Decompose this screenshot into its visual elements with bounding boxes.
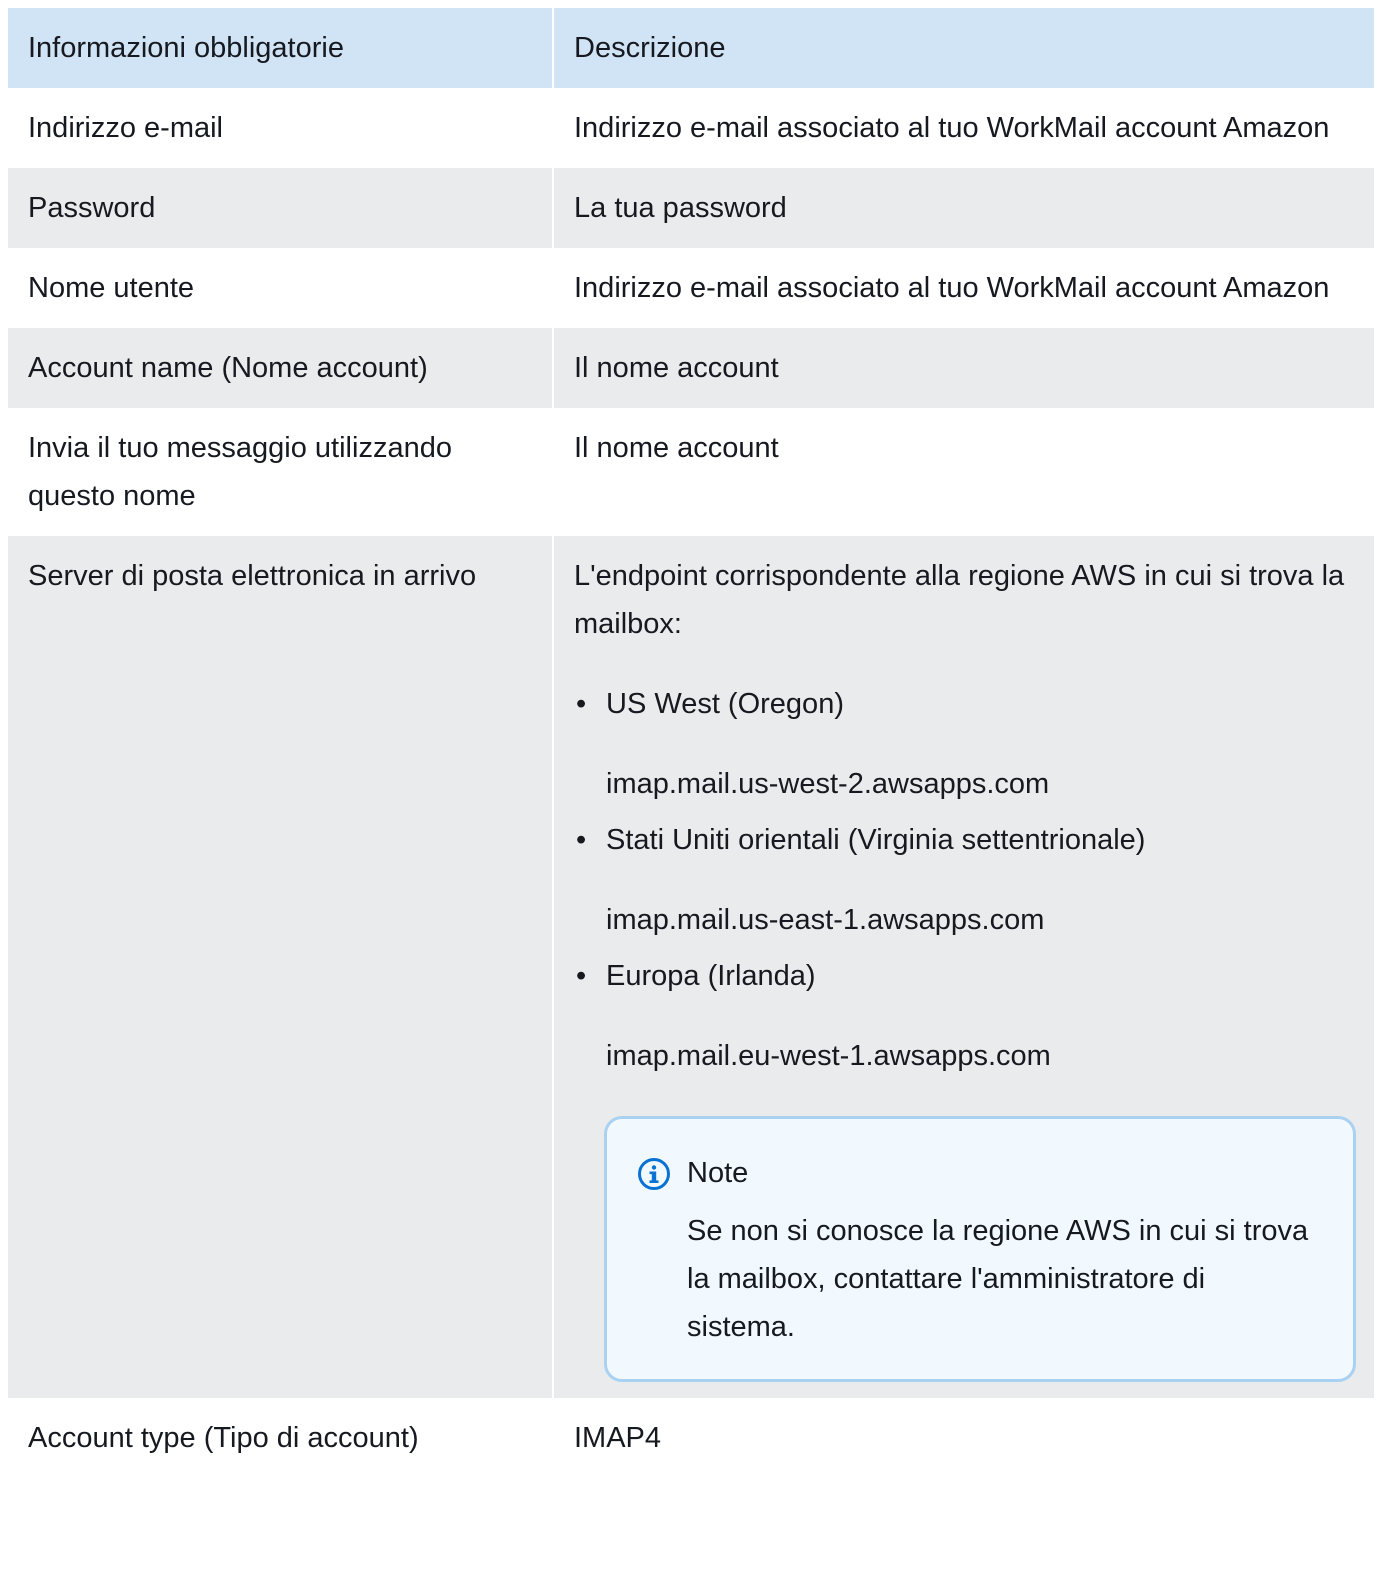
field-description: IMAP4 [574,1422,662,1454]
table-header-row: Informazioni obbligatorie Descrizione [8,8,1374,88]
field-name: Indirizzo e-mail [8,88,554,168]
region-endpoint: imap.mail.us-east-1.awsapps.com [606,904,1045,936]
settings-table: Informazioni obbligatorie Descrizione In… [8,8,1374,1478]
note-title: Note [687,1157,749,1189]
region-list: US West (Oregon) imap.mail.us-west-2.aws… [574,680,1354,1080]
field-name: Account type (Tipo di account) [8,1398,554,1478]
note-callout: Note Se non si conosce la regione AWS in… [604,1116,1356,1382]
region-name: Stati Uniti orientali (Virginia settentr… [606,824,1146,856]
field-description: La tua password [574,192,787,224]
table-row: Account name (Nome account) Il nome acco… [8,328,1374,408]
field-name: Nome utente [8,248,554,328]
region-endpoint: imap.mail.eu-west-1.awsapps.com [606,1040,1051,1072]
header-cell-required-info: Informazioni obbligatorie [8,8,554,88]
header-cell-description: Descrizione [574,32,726,64]
table-row: Account type (Tipo di account) IMAP4 [8,1398,1374,1478]
field-name: Invia il tuo messaggio utilizzando quest… [8,408,554,536]
list-item: Europa (Irlanda) imap.mail.eu-west-1.aws… [574,952,1354,1080]
field-description: Il nome account [574,432,779,464]
field-name: Account name (Nome account) [8,328,554,408]
table-row: Invia il tuo messaggio utilizzando quest… [8,408,1374,536]
region-name: US West (Oregon) [606,688,844,720]
field-description: Indirizzo e-mail associato al tuo WorkMa… [574,272,1330,304]
table-row: Indirizzo e-mail Indirizzo e-mail associ… [8,88,1374,168]
field-name: Server di posta elettronica in arrivo [8,536,554,1398]
table-row: Nome utente Indirizzo e-mail associato a… [8,248,1374,328]
field-description-block: L'endpoint corrispondente alla regione A… [554,536,1374,1398]
table-row-incoming-server: Server di posta elettronica in arrivo L'… [8,536,1374,1398]
list-item: Stati Uniti orientali (Virginia settentr… [574,816,1354,944]
info-icon [638,1158,670,1190]
region-name: Europa (Irlanda) [606,960,816,992]
list-item: US West (Oregon) imap.mail.us-west-2.aws… [574,680,1354,808]
table-row: Password La tua password [8,168,1374,248]
region-endpoint: imap.mail.us-west-2.awsapps.com [606,768,1050,800]
note-text: Se non si conosce la regione AWS in cui … [687,1215,1309,1343]
field-description: L'endpoint corrispondente alla regione A… [574,560,1345,640]
field-name: Password [8,168,554,248]
note-body: Note Se non si conosce la regione AWS in… [687,1149,1313,1351]
field-description: Il nome account [574,352,779,384]
field-description: Indirizzo e-mail associato al tuo WorkMa… [574,112,1330,144]
